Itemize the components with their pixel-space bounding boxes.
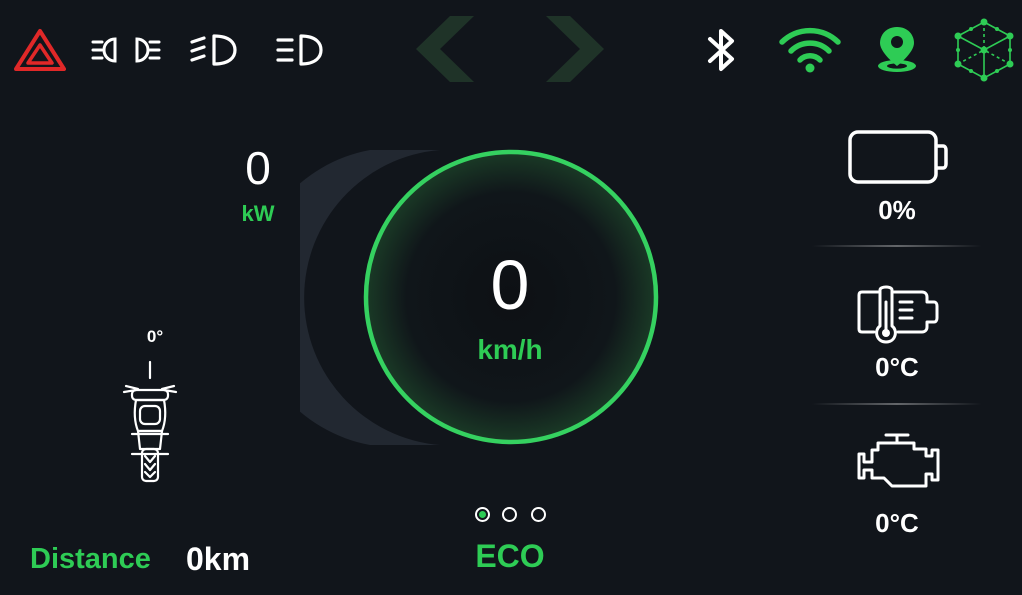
low-beam-icon[interactable] (189, 31, 239, 69)
engine-temperature-value: 0°C (875, 508, 919, 538)
engine-icon (857, 433, 940, 488)
battery-temperature-icon (857, 285, 939, 344)
speed-value: 0 (490, 246, 530, 324)
distance-label: Distance (30, 543, 151, 575)
location-pin-icon[interactable] (872, 24, 922, 74)
turn-right-arrow-icon[interactable] (542, 14, 612, 84)
divider-2 (812, 403, 982, 405)
tilt-value: 0° (146, 327, 164, 346)
speed-unit: km/h (477, 334, 543, 365)
battery-icon (848, 130, 948, 184)
dashboard-screen: 0 kW 0 km/h 0° ECO Distance 0km 0% 0°C 0… (0, 0, 1022, 595)
position-lights-icon[interactable] (91, 33, 161, 67)
mode-indicator-dot-3[interactable] (531, 507, 546, 522)
turn-left-arrow-icon[interactable] (408, 14, 478, 84)
motorcycle-lean-icon (122, 360, 178, 483)
mode-indicator-dot-2[interactable] (502, 507, 517, 522)
mode-indicator-dot-eco[interactable] (475, 507, 490, 522)
battery-percent: 0% (878, 195, 916, 225)
distance-value: 0km (186, 541, 251, 577)
high-beam-icon[interactable] (275, 31, 325, 69)
drive-mode-label[interactable]: ECO (430, 538, 590, 575)
divider-1 (812, 245, 982, 247)
hazard-warning-icon[interactable] (14, 28, 66, 72)
bluetooth-icon[interactable] (704, 25, 740, 75)
battery-temperature-value: 0°C (875, 352, 919, 382)
network-cube-icon[interactable] (954, 18, 1014, 82)
wifi-icon[interactable] (778, 25, 842, 75)
